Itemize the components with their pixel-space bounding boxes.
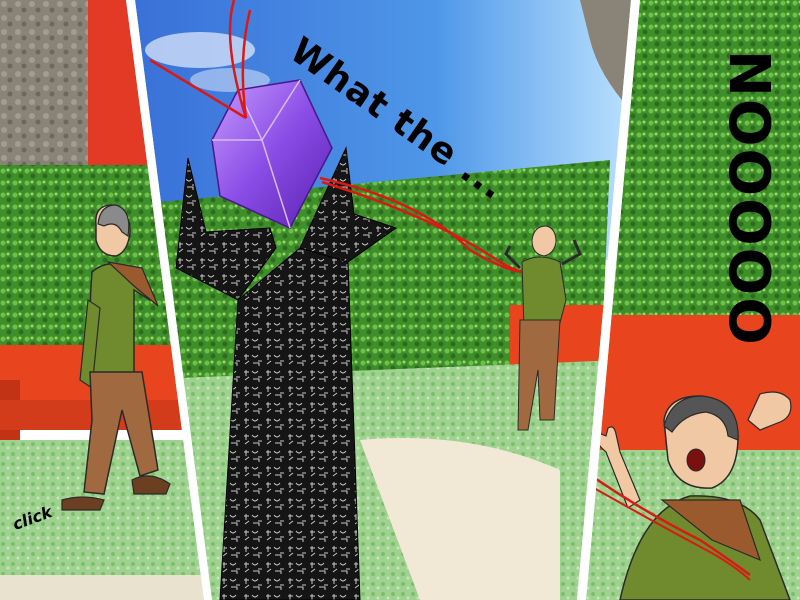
panel-gutters [126, 0, 640, 600]
comic-page: click What the ... NOOOOO [0, 0, 800, 600]
